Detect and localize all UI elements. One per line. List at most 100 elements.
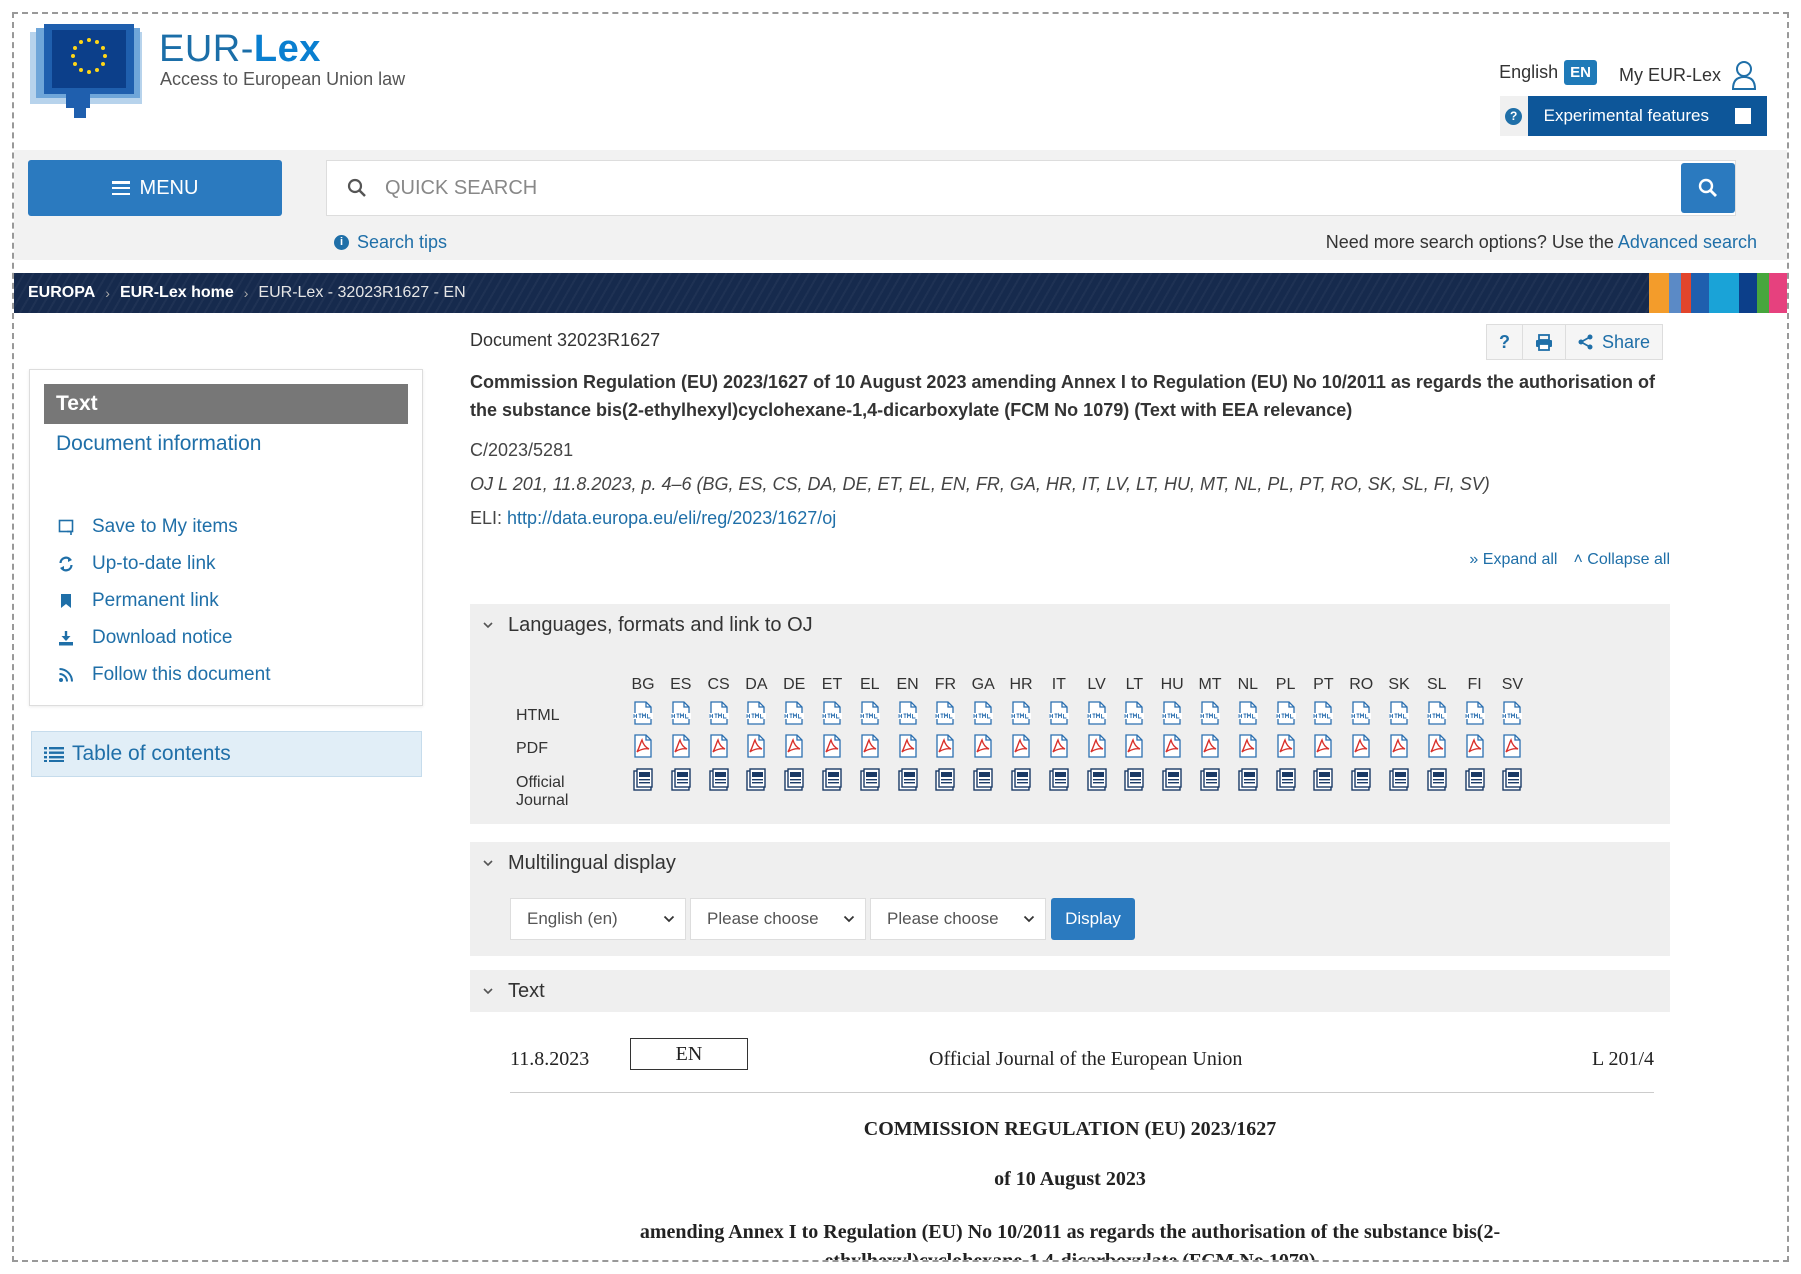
sidebar-item-document-info[interactable]: Document information	[56, 432, 261, 456]
search-submit-button[interactable]	[1681, 163, 1735, 213]
formats-panel-header[interactable]: Languages, formats and link to OJ	[470, 604, 1670, 646]
official-journal-icon[interactable]	[707, 768, 731, 792]
official-journal-icon[interactable]	[933, 768, 957, 792]
sidebar-item-text[interactable]: Text	[44, 384, 408, 424]
html-file-icon[interactable]	[1236, 701, 1260, 725]
quick-search-input[interactable]	[385, 176, 1585, 200]
official-journal-icon[interactable]	[1349, 768, 1373, 792]
official-journal-icon[interactable]	[669, 768, 693, 792]
official-journal-icon[interactable]	[858, 768, 882, 792]
pdf-file-icon[interactable]	[1047, 734, 1071, 758]
language-select-2[interactable]: Please choose	[690, 898, 866, 940]
official-journal-icon[interactable]	[1463, 768, 1487, 792]
official-journal-icon[interactable]	[1236, 768, 1260, 792]
pdf-file-icon[interactable]	[1274, 734, 1298, 758]
html-file-icon[interactable]	[1349, 701, 1373, 725]
experimental-checkbox[interactable]	[1735, 108, 1751, 124]
eli-link[interactable]: http://data.europa.eu/eli/reg/2023/1627/…	[507, 508, 836, 528]
expand-all-link[interactable]: » Expand all	[1469, 551, 1557, 569]
pdf-file-icon[interactable]	[1198, 734, 1222, 758]
html-file-icon[interactable]	[669, 701, 693, 725]
official-journal-icon[interactable]	[896, 768, 920, 792]
html-file-icon[interactable]	[1274, 701, 1298, 725]
html-file-icon[interactable]	[933, 701, 957, 725]
official-journal-icon[interactable]	[1122, 768, 1146, 792]
html-file-icon[interactable]	[1463, 701, 1487, 725]
pdf-file-icon[interactable]	[1500, 734, 1524, 758]
table-of-contents-button[interactable]: Table of contents	[31, 731, 422, 777]
official-journal-icon[interactable]	[820, 768, 844, 792]
pdf-file-icon[interactable]	[1160, 734, 1184, 758]
official-journal-icon[interactable]	[782, 768, 806, 792]
official-journal-icon[interactable]	[1009, 768, 1033, 792]
official-journal-icon[interactable]	[1047, 768, 1071, 792]
pdf-file-icon[interactable]	[631, 734, 655, 758]
pdf-file-icon[interactable]	[1009, 734, 1033, 758]
help-button[interactable]: ?	[1487, 325, 1523, 359]
print-button[interactable]	[1523, 325, 1566, 359]
pdf-file-icon[interactable]	[1085, 734, 1109, 758]
html-file-icon[interactable]	[707, 701, 731, 725]
official-journal-icon[interactable]	[1387, 768, 1411, 792]
pdf-file-icon[interactable]	[669, 734, 693, 758]
search-tips-link[interactable]: i Search tips	[334, 232, 447, 253]
experimental-toggle[interactable]: Experimental features	[1527, 96, 1767, 136]
official-journal-icon[interactable]	[631, 768, 655, 792]
sidebar-action-download[interactable]: Download notice	[56, 619, 270, 656]
official-journal-icon[interactable]	[1274, 768, 1298, 792]
experimental-help[interactable]: ?	[1499, 96, 1528, 136]
pdf-file-icon[interactable]	[1311, 734, 1335, 758]
text-panel-header[interactable]: Text	[470, 970, 1670, 1012]
pdf-file-icon[interactable]	[1463, 734, 1487, 758]
official-journal-icon[interactable]	[1311, 768, 1335, 792]
breadcrumb-europa[interactable]: EUROPA	[28, 284, 95, 302]
pdf-file-icon[interactable]	[1349, 734, 1373, 758]
html-file-icon[interactable]	[1009, 701, 1033, 725]
collapse-all-link[interactable]: ˄ Collapse all	[1573, 551, 1670, 569]
my-eurlex-link[interactable]: My EUR-Lex	[1619, 60, 1757, 90]
pdf-file-icon[interactable]	[858, 734, 882, 758]
official-journal-icon[interactable]	[1500, 768, 1524, 792]
pdf-file-icon[interactable]	[896, 734, 920, 758]
official-journal-icon[interactable]	[744, 768, 768, 792]
eurlex-logo-icon[interactable]	[30, 24, 150, 129]
html-file-icon[interactable]	[971, 701, 995, 725]
html-file-icon[interactable]	[1387, 701, 1411, 725]
sidebar-action-uptodate[interactable]: Up-to-date link	[56, 545, 270, 582]
html-file-icon[interactable]	[744, 701, 768, 725]
advanced-search-link[interactable]: Advanced search	[1618, 232, 1757, 252]
html-file-icon[interactable]	[1425, 701, 1449, 725]
pdf-file-icon[interactable]	[1425, 734, 1449, 758]
share-button[interactable]: Share	[1566, 325, 1662, 359]
breadcrumb-home[interactable]: EUR-Lex home	[120, 284, 234, 302]
pdf-file-icon[interactable]	[1122, 734, 1146, 758]
official-journal-icon[interactable]	[1160, 768, 1184, 792]
language-selector[interactable]: English EN	[1499, 60, 1597, 85]
html-file-icon[interactable]	[631, 701, 655, 725]
html-file-icon[interactable]	[1311, 701, 1335, 725]
menu-button[interactable]: MENU	[28, 160, 282, 216]
language-select-1[interactable]: English (en)	[510, 898, 686, 940]
html-file-icon[interactable]	[1085, 701, 1109, 725]
html-file-icon[interactable]	[1500, 701, 1524, 725]
multilingual-panel-header[interactable]: Multilingual display	[470, 842, 1670, 884]
pdf-file-icon[interactable]	[1236, 734, 1260, 758]
official-journal-icon[interactable]	[971, 768, 995, 792]
official-journal-icon[interactable]	[1425, 768, 1449, 792]
html-file-icon[interactable]	[1122, 701, 1146, 725]
pdf-file-icon[interactable]	[971, 734, 995, 758]
official-journal-icon[interactable]	[1198, 768, 1222, 792]
official-journal-icon[interactable]	[1085, 768, 1109, 792]
sidebar-action-follow[interactable]: Follow this document	[56, 656, 270, 693]
pdf-file-icon[interactable]	[933, 734, 957, 758]
sidebar-action-permalink[interactable]: Permanent link	[56, 582, 270, 619]
sidebar-action-save[interactable]: Save to My items	[56, 508, 270, 545]
pdf-file-icon[interactable]	[820, 734, 844, 758]
html-file-icon[interactable]	[1198, 701, 1222, 725]
pdf-file-icon[interactable]	[782, 734, 806, 758]
html-file-icon[interactable]	[1160, 701, 1184, 725]
pdf-file-icon[interactable]	[744, 734, 768, 758]
html-file-icon[interactable]	[1047, 701, 1071, 725]
html-file-icon[interactable]	[782, 701, 806, 725]
brand-title[interactable]: EUR-Lex	[159, 28, 321, 71]
